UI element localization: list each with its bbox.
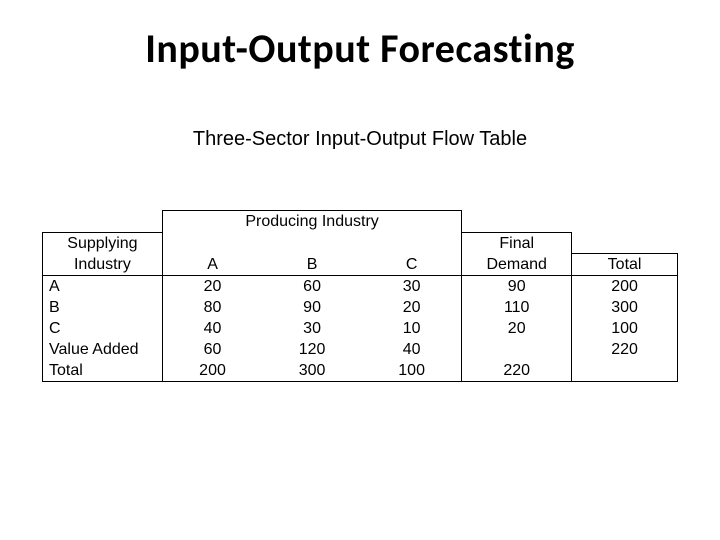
row-label: Total	[43, 360, 163, 382]
cell: 10	[362, 318, 462, 339]
table-header-row-1: Producing Industry	[43, 211, 678, 233]
row-label: Value Added	[43, 339, 163, 360]
cell: 110	[462, 297, 572, 318]
cell: 40	[162, 318, 262, 339]
cell: 90	[262, 297, 362, 318]
cell: 300	[572, 297, 678, 318]
blank-cell	[162, 232, 262, 254]
table-row: Value Added 60 120 40 220	[43, 339, 678, 360]
slide: Input-Output Forecasting Three-Sector In…	[0, 0, 720, 540]
cell: 200	[572, 276, 678, 298]
blank-cell	[572, 211, 678, 233]
table-header-row-3: Industry A B C Demand Total	[43, 254, 678, 276]
blank-cell	[572, 232, 678, 254]
blank-cell	[462, 211, 572, 233]
cell	[572, 360, 678, 382]
page-title: Input-Output Forecasting	[0, 24, 720, 73]
row-label: C	[43, 318, 163, 339]
table-row: A 20 60 30 90 200	[43, 276, 678, 298]
cell: 60	[262, 276, 362, 298]
col-b-header: B	[262, 254, 362, 276]
cell: 220	[572, 339, 678, 360]
supplying-header-l1: Supplying	[43, 232, 163, 254]
col-a-header: A	[162, 254, 262, 276]
cell: 100	[362, 360, 462, 382]
io-table: Producing Industry Supplying Final Indus…	[42, 210, 678, 382]
table-row: C 40 30 10 20 100	[43, 318, 678, 339]
table-row: Total 200 300 100 220	[43, 360, 678, 382]
table-header-row-2: Supplying Final	[43, 232, 678, 254]
supplying-header-l2: Industry	[43, 254, 163, 276]
cell: 40	[362, 339, 462, 360]
table: Producing Industry Supplying Final Indus…	[42, 210, 678, 382]
cell: 30	[262, 318, 362, 339]
cell: 90	[462, 276, 572, 298]
row-label: B	[43, 297, 163, 318]
cell: 80	[162, 297, 262, 318]
cell: 20	[162, 276, 262, 298]
cell: 200	[162, 360, 262, 382]
producing-industry-header: Producing Industry	[162, 211, 461, 233]
blank-cell	[43, 211, 163, 233]
total-header: Total	[572, 254, 678, 276]
final-header-l1: Final	[462, 232, 572, 254]
table-row: B 80 90 20 110 300	[43, 297, 678, 318]
cell: 30	[362, 276, 462, 298]
blank-cell	[262, 232, 362, 254]
col-c-header: C	[362, 254, 462, 276]
row-label: A	[43, 276, 163, 298]
cell: 220	[462, 360, 572, 382]
cell: 20	[462, 318, 572, 339]
cell: 300	[262, 360, 362, 382]
cell	[462, 339, 572, 360]
cell: 60	[162, 339, 262, 360]
cell: 20	[362, 297, 462, 318]
blank-cell	[362, 232, 462, 254]
cell: 120	[262, 339, 362, 360]
final-header-l2: Demand	[462, 254, 572, 276]
cell: 100	[572, 318, 678, 339]
page-subtitle: Three-Sector Input-Output Flow Table	[0, 128, 720, 151]
